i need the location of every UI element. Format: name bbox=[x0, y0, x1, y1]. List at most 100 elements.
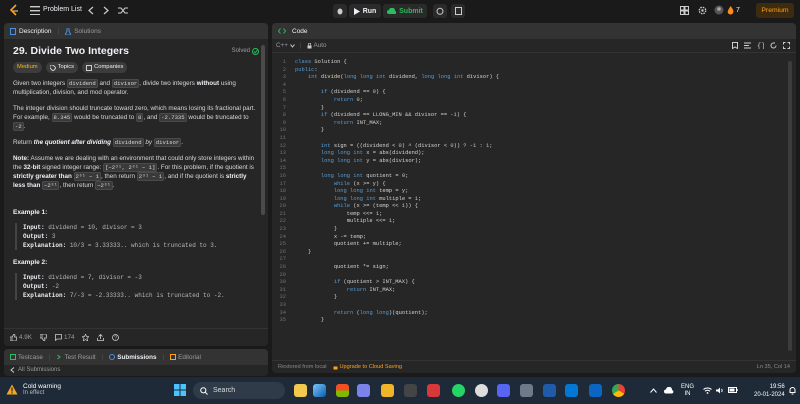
code-line[interactable]: 7 } bbox=[272, 105, 796, 113]
debug-button[interactable] bbox=[333, 4, 347, 18]
bookmark-icon[interactable] bbox=[732, 42, 738, 49]
notes-button[interactable] bbox=[451, 4, 465, 18]
code-line[interactable]: 1 class Solution { bbox=[272, 59, 796, 67]
taskbar-search[interactable]: Search bbox=[193, 382, 285, 399]
code-line[interactable]: 23 } bbox=[272, 226, 796, 234]
code-line[interactable]: 22 multiple <<= 1; bbox=[272, 218, 796, 226]
code-line[interactable]: 28 quotient *= sign; bbox=[272, 264, 796, 272]
code-line[interactable]: 14 long long int y = abs(divisor); bbox=[272, 158, 796, 166]
app-red-icon[interactable] bbox=[427, 384, 440, 397]
l-app-icon[interactable] bbox=[543, 384, 556, 397]
run-button[interactable]: Run bbox=[349, 4, 381, 18]
code-line[interactable]: 35 } bbox=[272, 317, 796, 325]
streak-counter[interactable]: 7 bbox=[727, 6, 740, 15]
notification-bell-icon[interactable] bbox=[789, 387, 796, 395]
clock[interactable]: 19:56 20-01-2024 bbox=[754, 383, 785, 399]
notepad-icon[interactable] bbox=[520, 384, 533, 397]
topics-tag[interactable]: Topics bbox=[45, 62, 79, 73]
share-icon[interactable] bbox=[97, 334, 105, 341]
terminal-icon[interactable] bbox=[404, 384, 417, 397]
code-line[interactable]: 29 bbox=[272, 272, 796, 280]
code-line[interactable]: 26 } bbox=[272, 249, 796, 257]
problem-list-link[interactable]: Problem List bbox=[43, 6, 82, 13]
linkedin-icon[interactable] bbox=[589, 384, 602, 397]
leetcode-logo-icon[interactable] bbox=[9, 4, 20, 17]
code-line[interactable]: 12 int sign = ((dividend < 0) ^ (divisor… bbox=[272, 143, 796, 151]
photos-icon[interactable] bbox=[313, 384, 326, 397]
code-line[interactable]: 15 bbox=[272, 165, 796, 173]
battery-icon[interactable] bbox=[728, 387, 738, 393]
code-line[interactable]: 11 bbox=[272, 135, 796, 143]
clock-app-icon[interactable] bbox=[475, 384, 488, 397]
wifi-icon[interactable] bbox=[703, 387, 712, 394]
all-submissions-link[interactable]: All Submissions bbox=[4, 365, 268, 375]
code-line[interactable]: 9 return INT_MAX; bbox=[272, 120, 796, 128]
thumbs-down-icon[interactable] bbox=[39, 334, 47, 341]
settings-gear-icon[interactable] bbox=[698, 6, 707, 15]
weather-widget[interactable]: Cold warning In effect bbox=[6, 383, 61, 396]
code-line[interactable]: 2 public: bbox=[272, 67, 796, 75]
code-line[interactable]: 10 } bbox=[272, 127, 796, 135]
tab-description[interactable]: Description bbox=[10, 27, 52, 35]
code-line[interactable]: 20 while (x >= (temp << 1)) { bbox=[272, 203, 796, 211]
tab-code-label[interactable]: Code bbox=[292, 28, 308, 35]
code-line[interactable]: 6 return 0; bbox=[272, 97, 796, 105]
braces-icon[interactable]: {} bbox=[757, 42, 764, 49]
scrollbar[interactable] bbox=[261, 45, 265, 215]
tab-test-result[interactable]: Test Result bbox=[56, 354, 96, 361]
code-line[interactable]: 32 } bbox=[272, 294, 796, 302]
companies-tag[interactable]: Companies bbox=[82, 62, 128, 73]
chevron-up-icon[interactable] bbox=[650, 388, 657, 393]
format-icon[interactable] bbox=[744, 42, 751, 49]
like-button[interactable]: 4.9K bbox=[10, 334, 32, 341]
auto-toggle[interactable]: Auto bbox=[307, 42, 327, 49]
avatar-icon[interactable] bbox=[714, 5, 724, 15]
tab-testcase[interactable]: Testcase bbox=[10, 354, 43, 361]
chat-icon[interactable] bbox=[357, 384, 370, 397]
tab-editorial[interactable]: Editorial bbox=[170, 354, 201, 361]
submit-button[interactable]: Submit bbox=[383, 4, 427, 18]
discord-icon[interactable] bbox=[497, 384, 510, 397]
star-icon[interactable] bbox=[82, 334, 90, 341]
code-line[interactable]: 21 temp <<= 1; bbox=[272, 211, 796, 219]
code-line[interactable]: 24 x -= temp; bbox=[272, 234, 796, 242]
tab-solutions[interactable]: Solutions bbox=[65, 27, 101, 35]
code-scrollbar[interactable] bbox=[788, 61, 792, 351]
file-explorer-icon[interactable] bbox=[294, 384, 307, 397]
code-line[interactable]: 25 quotient += multiple; bbox=[272, 241, 796, 249]
language-indicator[interactable]: ENG IN bbox=[681, 384, 694, 398]
upgrade-link[interactable]: Upgrade to Cloud Saving bbox=[333, 364, 402, 370]
code-editor[interactable]: 1 class Solution {2 public: 3 int divide(lo… bbox=[272, 56, 796, 356]
code-line[interactable]: 8 if (dividend == LLONG_MIN && divisor =… bbox=[272, 112, 796, 120]
next-problem-icon[interactable] bbox=[103, 6, 109, 15]
prev-problem-icon[interactable] bbox=[88, 6, 94, 15]
timer-button[interactable] bbox=[433, 4, 447, 18]
speaker-icon[interactable] bbox=[716, 387, 724, 394]
whatsapp-icon[interactable] bbox=[452, 384, 465, 397]
tab-submissions[interactable]: Submissions bbox=[109, 354, 157, 361]
folder-icon[interactable] bbox=[381, 384, 394, 397]
code-line[interactable]: 34 return (long long)(quotient); bbox=[272, 310, 796, 318]
code-line[interactable]: 3 int divide(long long int dividend, lon… bbox=[272, 74, 796, 82]
chrome-icon[interactable] bbox=[612, 384, 625, 397]
code-line[interactable]: 19 long long int multiple = 1; bbox=[272, 196, 796, 204]
store-icon[interactable] bbox=[336, 384, 349, 397]
code-line[interactable]: 16 long long int quotient = 0; bbox=[272, 173, 796, 181]
premium-button[interactable]: Premium bbox=[756, 3, 794, 18]
code-line[interactable]: 30 if (quotient > INT_MAX) { bbox=[272, 279, 796, 287]
code-line[interactable]: 4 bbox=[272, 82, 796, 90]
difficulty-tag[interactable]: Medium bbox=[13, 62, 42, 73]
language-select[interactable]: C++ bbox=[276, 42, 295, 49]
code-line[interactable]: 18 long long int temp = y; bbox=[272, 188, 796, 196]
code-line[interactable]: 13 long long int x = abs(dividend); bbox=[272, 150, 796, 158]
help-icon[interactable]: ? bbox=[112, 334, 120, 341]
code-line[interactable]: 17 while (x >= y) { bbox=[272, 181, 796, 189]
fullscreen-icon[interactable] bbox=[783, 42, 790, 49]
cloud-icon[interactable] bbox=[664, 387, 674, 394]
reset-icon[interactable] bbox=[770, 42, 777, 49]
code-line[interactable]: 33 bbox=[272, 302, 796, 310]
code-line[interactable]: 5 if (dividend == 0) { bbox=[272, 89, 796, 97]
comments-button[interactable]: 174 bbox=[55, 334, 74, 341]
code-line[interactable]: 31 return INT_MAX; bbox=[272, 287, 796, 295]
shuffle-icon[interactable] bbox=[118, 6, 128, 15]
